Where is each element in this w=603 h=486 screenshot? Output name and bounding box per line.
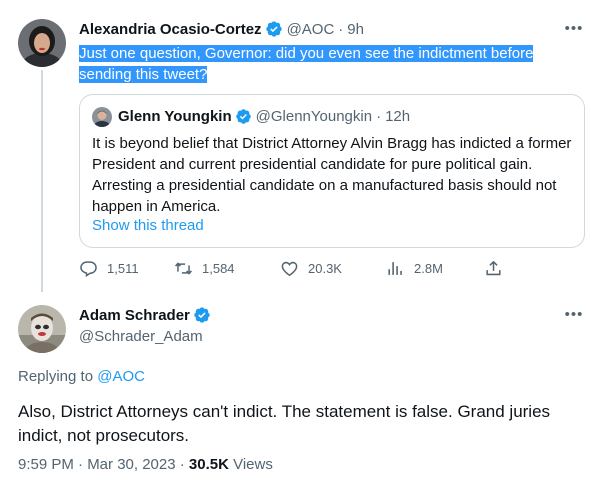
views-button[interactable]: 2.8M xyxy=(386,259,443,278)
retweet-icon xyxy=(175,262,192,275)
share-icon xyxy=(486,261,501,276)
quoted-author-handle: @GlennYoungkin xyxy=(255,108,373,125)
reply-icon xyxy=(80,261,97,278)
author-name[interactable]: Adam Schrader xyxy=(79,307,190,324)
replying-to: Replying to @AOC xyxy=(18,368,145,385)
verified-badge-icon xyxy=(193,306,211,324)
reply-header: Adam Schrader xyxy=(79,306,215,324)
reply-metadata: 9:59 PM · Mar 30, 2023 · 30.5K Views xyxy=(18,456,273,473)
author-handle[interactable]: @AOC xyxy=(287,21,335,38)
quoted-header: Glenn Youngkin @GlennYoungkin · 12h xyxy=(118,108,410,125)
avatar[interactable] xyxy=(18,305,66,353)
thread-connector-line xyxy=(41,70,43,292)
separator: · xyxy=(376,108,382,125)
selected-text: Just one question, Governor: did you eve… xyxy=(79,45,534,83)
more-options-icon[interactable]: ••• xyxy=(563,307,585,324)
heart-icon xyxy=(281,261,298,277)
reply-text: Also, District Attorneys can't indict. T… xyxy=(18,402,551,445)
tweet-header: Alexandria Ocasio-Cortez @AOC · 9h xyxy=(79,20,364,38)
tweet-actions: 1,511 1,584 20.3K 2.8M xyxy=(79,259,509,281)
replying-prefix: Replying to xyxy=(18,368,94,385)
show-thread-link[interactable]: Show this thread xyxy=(92,217,204,234)
quoted-tweet-card[interactable]: Glenn Youngkin @GlennYoungkin · 12h It i… xyxy=(79,94,585,248)
reply-timestamp[interactable]: 9:59 PM · Mar 30, 2023 · xyxy=(18,456,189,473)
verified-badge-icon xyxy=(265,20,283,38)
reply-view-count: 30.5K xyxy=(188,456,229,473)
reply-button[interactable]: 1,511 xyxy=(79,259,139,278)
replying-to-link[interactable]: @AOC xyxy=(97,368,145,385)
quoted-avatar xyxy=(92,107,112,127)
retweet-count: 1,584 xyxy=(202,261,235,276)
verified-badge-icon xyxy=(235,108,252,125)
tweet-time[interactable]: 9h xyxy=(347,21,364,38)
like-count: 20.3K xyxy=(308,261,342,276)
reply-count: 1,511 xyxy=(107,261,139,276)
quoted-time: 12h xyxy=(385,108,411,125)
quoted-author-name: Glenn Youngkin xyxy=(118,108,232,125)
share-button[interactable] xyxy=(484,259,512,278)
avatar[interactable] xyxy=(18,19,66,67)
quoted-text: It is beyond belief that District Attorn… xyxy=(92,135,572,215)
reply-views-label: Views xyxy=(228,456,273,473)
retweet-button[interactable]: 1,584 xyxy=(174,259,235,278)
author-handle[interactable]: @Schrader_Adam xyxy=(79,328,203,345)
tweet-text: Just one question, Governor: did you eve… xyxy=(79,43,579,85)
like-button[interactable]: 20.3K xyxy=(280,259,342,278)
view-count: 2.8M xyxy=(414,261,443,276)
separator: · xyxy=(338,20,344,38)
more-options-icon[interactable]: ••• xyxy=(563,21,585,38)
analytics-icon xyxy=(388,262,402,275)
author-name[interactable]: Alexandria Ocasio-Cortez xyxy=(79,21,262,38)
